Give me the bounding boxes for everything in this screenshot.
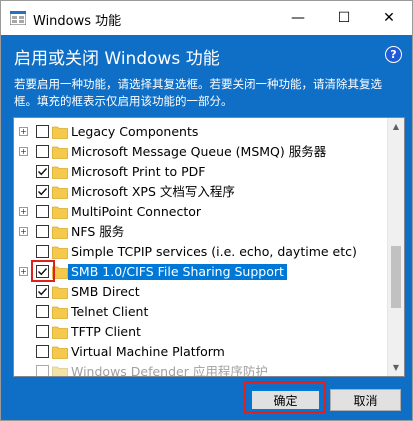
feature-row[interactable]: + SMB 1.0/CIFS File Sharing Support <box>14 262 389 282</box>
feature-row[interactable]: Telnet Client <box>14 302 389 322</box>
feature-checkbox[interactable] <box>36 205 49 218</box>
feature-checkbox[interactable] <box>36 225 49 238</box>
windows-features-dialog: Windows 功能 — ☐ ✕ 启用或关闭 Windows 功能 ? 若要启用… <box>0 0 413 421</box>
feature-checkbox[interactable] <box>36 125 49 138</box>
folder-icon <box>52 186 68 199</box>
folder-icon <box>52 286 68 299</box>
feature-row[interactable]: TFTP Client <box>14 322 389 342</box>
feature-checkbox[interactable] <box>36 165 49 178</box>
close-icon: ✕ <box>383 10 395 26</box>
expand-plus-icon[interactable]: + <box>19 147 28 156</box>
feature-row[interactable]: Simple TCPIP services (i.e. echo, daytim… <box>14 242 389 262</box>
feature-label: NFS 服务 <box>71 224 125 239</box>
feature-row[interactable]: SMB Direct <box>14 282 389 302</box>
folder-icon <box>52 166 68 179</box>
feature-row[interactable]: Microsoft Print to PDF <box>14 162 389 182</box>
title-bar[interactable]: Windows 功能 — ☐ ✕ <box>1 1 412 35</box>
feature-checkbox[interactable] <box>36 145 49 158</box>
feature-label: Windows Defender 应用程序防护 <box>71 364 268 377</box>
maximize-button[interactable]: ☐ <box>321 1 367 35</box>
feature-label: SMB 1.0/CIFS File Sharing Support <box>68 264 287 280</box>
feature-row[interactable]: Virtual Machine Platform <box>14 342 389 362</box>
feature-label: MultiPoint Connector <box>71 204 202 219</box>
minimize-button[interactable]: — <box>275 1 321 35</box>
feature-row[interactable]: + NFS 服务 <box>14 222 389 242</box>
help-icon[interactable]: ? <box>385 46 402 63</box>
feature-row[interactable]: Windows Defender 应用程序防护 <box>14 362 389 377</box>
feature-label: Telnet Client <box>71 304 149 319</box>
checkbox-highlight-box <box>31 260 55 282</box>
cancel-button[interactable]: 取消 <box>330 389 401 411</box>
feature-label: Microsoft XPS 文档写入程序 <box>71 184 235 199</box>
feature-checkbox <box>36 365 49 376</box>
dialog-footer: 确定 取消 <box>1 377 412 420</box>
checkmark-icon <box>38 168 48 176</box>
feature-label: Simple TCPIP services (i.e. echo, daytim… <box>71 244 357 259</box>
feature-row[interactable]: Microsoft XPS 文档写入程序 <box>14 182 389 202</box>
scroll-up-icon[interactable]: ▲ <box>388 118 404 135</box>
checkmark-icon <box>38 288 48 296</box>
folder-icon <box>52 246 68 259</box>
folder-icon <box>52 226 68 239</box>
expand-plus-icon[interactable]: + <box>19 267 28 276</box>
feature-checkbox[interactable] <box>36 305 49 318</box>
instructions-text: 若要启用一种功能，请选择其复选框。若要关闭一种功能，请清除其复选框。填充的框表示… <box>14 77 382 108</box>
expand-plus-icon[interactable]: + <box>19 127 28 136</box>
ok-button-highlight-box <box>244 381 326 413</box>
window-title: Windows 功能 <box>33 14 122 29</box>
maximize-icon: ☐ <box>337 10 351 26</box>
dialog-content: 启用或关闭 Windows 功能 ? 若要启用一种功能，请选择其复选框。若要关闭… <box>1 35 412 420</box>
minimize-icon: — <box>291 10 305 26</box>
feature-row[interactable]: + Microsoft Message Queue (MSMQ) 服务器 <box>14 142 389 162</box>
folder-icon <box>52 206 68 219</box>
folder-icon <box>52 366 68 376</box>
folder-icon <box>52 346 68 359</box>
folder-icon <box>52 126 68 139</box>
scroll-thumb[interactable] <box>391 246 401 308</box>
expand-plus-icon[interactable]: + <box>19 207 28 216</box>
folder-icon <box>52 326 68 339</box>
folder-icon <box>52 306 68 319</box>
features-tree[interactable]: ▲ ▼ + Legacy Components + Microsoft Message… <box>13 117 405 377</box>
folder-icon <box>52 146 68 159</box>
windows-features-app-icon <box>10 11 26 25</box>
feature-checkbox[interactable] <box>36 345 49 358</box>
close-button[interactable]: ✕ <box>366 1 412 35</box>
feature-checkbox[interactable] <box>36 325 49 338</box>
scroll-down-icon[interactable]: ▼ <box>388 359 404 376</box>
feature-label: Microsoft Print to PDF <box>71 164 206 179</box>
page-title: 启用或关闭 Windows 功能 <box>14 49 220 69</box>
feature-checkbox[interactable] <box>36 285 49 298</box>
feature-label: Legacy Components <box>71 124 199 139</box>
feature-label: Microsoft Message Queue (MSMQ) 服务器 <box>71 144 327 159</box>
checkmark-icon <box>38 188 48 196</box>
feature-label: TFTP Client <box>71 324 141 339</box>
feature-label: Virtual Machine Platform <box>71 344 225 359</box>
feature-checkbox[interactable] <box>36 245 49 258</box>
feature-row[interactable]: + Legacy Components <box>14 122 389 142</box>
vertical-scrollbar[interactable]: ▲ ▼ <box>387 118 404 376</box>
feature-row[interactable]: + MultiPoint Connector <box>14 202 389 222</box>
feature-label: SMB Direct <box>71 284 140 299</box>
feature-checkbox[interactable] <box>36 185 49 198</box>
expand-plus-icon[interactable]: + <box>19 227 28 236</box>
